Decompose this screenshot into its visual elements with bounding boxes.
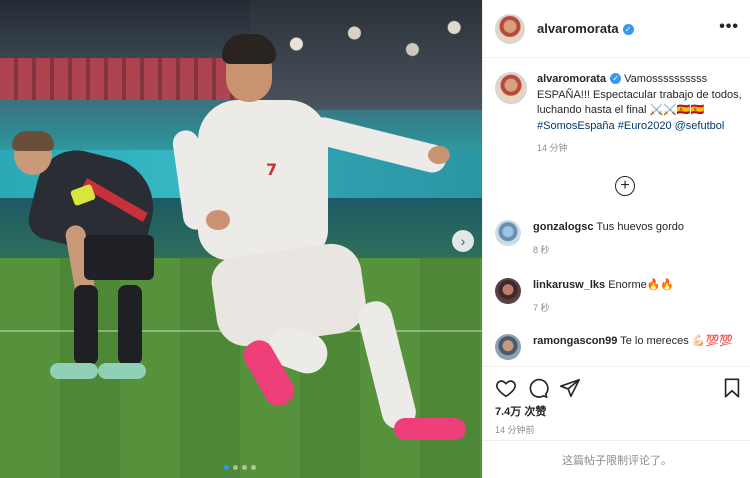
author-avatar[interactable] <box>495 13 525 44</box>
carousel-dot <box>251 465 256 470</box>
hashtag-link[interactable]: #Euro2020 <box>618 120 672 132</box>
paper-plane-icon[interactable] <box>559 377 581 399</box>
comment-timestamp: 7 秒 <box>533 303 550 313</box>
more-options-icon[interactable]: ••• <box>719 18 739 36</box>
post-timestamp: 14 分钟前 <box>495 425 535 435</box>
carousel-dot <box>224 465 229 470</box>
caption-timestamp: 14 分钟 <box>537 143 568 153</box>
commenter-username[interactable]: linkarusw_lks <box>533 279 605 291</box>
commenter-username[interactable]: gonzalogsc <box>533 221 594 233</box>
commenter-avatar[interactable] <box>495 334 521 360</box>
comment-timestamp: 8 秒 <box>533 245 550 255</box>
comment: linkarusw_lks Enorme🔥🔥 7 秒 <box>495 278 745 316</box>
comment-text: Te lo mereces 💪🏻💯💯 <box>620 335 733 347</box>
chevron-right-icon[interactable]: › <box>452 230 474 252</box>
load-more-comments-icon[interactable]: + <box>615 176 635 196</box>
post-caption: alvaromorata ✓ Vamossssssssss ESPAÑA!!! E… <box>495 72 745 157</box>
comment-icon[interactable] <box>527 377 549 399</box>
comment: gonzalogsc Tus huevos gordo 8 秒 <box>495 220 745 258</box>
post-actions-bar <box>483 366 750 406</box>
author-username[interactable]: alvaromorata ✓ <box>537 21 634 36</box>
post-header: alvaromorata ✓ ••• <box>483 0 750 58</box>
comments-limited-notice: 这篇帖子限制评论了。 <box>483 440 750 478</box>
commenter-avatar[interactable] <box>495 278 521 304</box>
hashtag-link[interactable]: #SomosEspaña <box>537 120 615 132</box>
caption-author-username[interactable]: alvaromorata <box>537 73 606 85</box>
post-photo: 7 › <box>0 0 482 478</box>
spain-player: 7 <box>170 30 470 450</box>
verified-badge-icon: ✓ <box>622 24 634 35</box>
carousel-dots <box>224 465 256 470</box>
mention-link[interactable]: @sefutbol <box>675 120 725 132</box>
commenter-username[interactable]: ramongascon99 <box>533 335 617 347</box>
comment-text: Tus huevos gordo <box>596 221 685 233</box>
commenter-avatar[interactable] <box>495 220 521 246</box>
heart-icon[interactable] <box>495 377 517 399</box>
croatia-player <box>10 125 164 385</box>
comment: ramongascon99 Te lo mereces 💪🏻💯💯 <box>495 334 745 360</box>
bookmark-icon[interactable] <box>721 377 743 399</box>
like-count[interactable]: 7.4万 次赞 <box>495 403 546 419</box>
verified-badge-icon: ✓ <box>610 73 622 85</box>
carousel-dot <box>233 465 238 470</box>
post-side-panel: alvaromorata ✓ ••• alvaromorata ✓ Vamossss… <box>482 0 750 478</box>
caption-author-avatar[interactable] <box>495 72 527 104</box>
comment-text: Enorme🔥🔥 <box>608 279 675 291</box>
carousel-dot <box>242 465 247 470</box>
